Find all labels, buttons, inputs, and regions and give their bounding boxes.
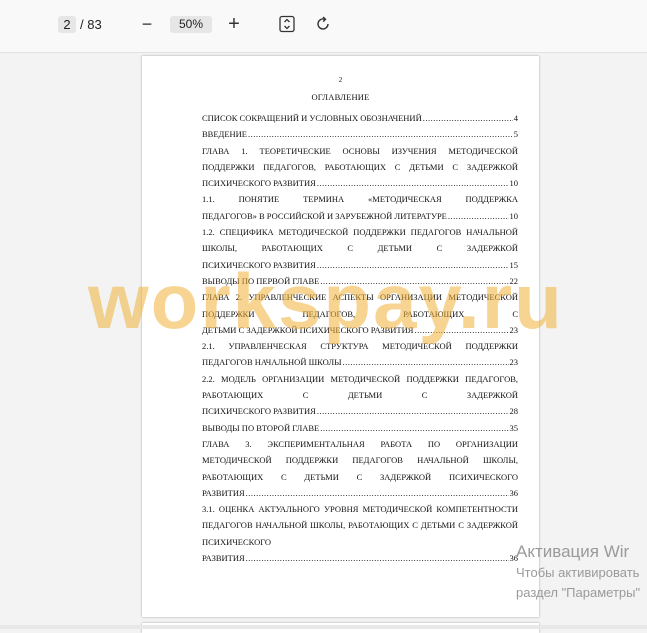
toc-entry-title: ВВЕДЕНИЕ	[202, 129, 247, 140]
toc-entry-last-line: ВВЕДЕНИЕ 5	[202, 126, 518, 142]
bottom-scroll-strip	[0, 625, 647, 629]
toc-leader-dots	[317, 175, 509, 191]
toc-page-number: 4	[513, 113, 518, 123]
activation-line-2: раздел "Параметры"	[516, 585, 641, 600]
toc-entry-last-line: РАЗВИТИЯ 36	[202, 485, 518, 501]
toc-entry-line: ГЛАВА 3. ЭКСПЕРИМЕНТАЛЬНАЯ РАБОТА ПО ОРГ…	[202, 438, 518, 482]
zoom-out-button[interactable]: −	[138, 15, 156, 35]
watermark: workspay.ru	[88, 257, 564, 345]
toc-page-number: 35	[509, 422, 519, 433]
rotate-icon[interactable]	[314, 15, 332, 33]
toc-entry-last-line: ПСИХИЧЕСКОГО РАЗВИТИЯ 10	[202, 175, 518, 191]
toc-entry-last-line: СПИСОК СОКРАЩЕНИЙ И УСЛОВНЫХ ОБОЗНАЧЕНИЙ…	[202, 110, 518, 126]
toc-leader-dots	[343, 354, 509, 370]
zoom-in-button[interactable]: +	[224, 14, 244, 34]
toc-page-number: 10	[509, 210, 519, 221]
toc-entry-title: ПСИХИЧЕСКОГО РАЗВИТИЯ	[202, 178, 316, 189]
activation-line-1: Чтобы активировать	[516, 565, 640, 580]
toc-entry-last-line: ВЫВОДЫ ПО ВТОРОЙ ГЛАВЕ 35	[202, 420, 518, 436]
toc-entry-line: 1.2. СПЕЦИФИКА МЕТОДИЧЕСКОЙ ПОДДЕРЖКИ ПЕ…	[202, 227, 518, 254]
toc-entry-title: ПЕДАГОГОВ» В РОССИЙСКОЙ И ЗАРУБЕЖНОЙ ЛИТ…	[202, 210, 447, 221]
toc-entry-line: 1.1. ПОНЯТИЕ ТЕРМИНА «МЕТОДИЧЕСКАЯ ПОДДЕ…	[202, 194, 518, 205]
toc-entry: 1.1. ПОНЯТИЕ ТЕРМИНА «МЕТОДИЧЕСКАЯ ПОДДЕ…	[202, 191, 518, 224]
toc-leader-dots	[246, 485, 509, 501]
toc-entry: ВЫВОДЫ ПО ВТОРОЙ ГЛАВЕ 35	[202, 420, 518, 436]
toc-entry-line: ГЛАВА 1. ТЕОРЕТИЧЕСКИЕ ОСНОВЫ ИЗУЧЕНИЯ М…	[202, 145, 518, 172]
toc-title: ОГЛАВЛЕНИЕ	[311, 92, 370, 102]
zoom-level-input[interactable]: 50%	[170, 16, 212, 33]
toc-entry-title: ВЫВОДЫ ПО ВТОРОЙ ГЛАВЕ	[202, 422, 320, 433]
fit-page-icon[interactable]	[278, 15, 296, 33]
toc-page-number: 28	[509, 406, 519, 417]
toc-leader-dots	[317, 403, 509, 419]
toc-entry-last-line: РАЗВИТИЯ36	[202, 550, 518, 566]
toc-entry-last-line: ПСИХИЧЕСКОГО РАЗВИТИЯ 28	[202, 403, 518, 419]
toc-entry: ВВЕДЕНИЕ 5	[202, 126, 518, 142]
toc-leader-dots	[246, 550, 509, 566]
toc-entry: ГЛАВА 1. ТЕОРЕТИЧЕСКИЕ ОСНОВЫ ИЗУЧЕНИЯ М…	[202, 143, 518, 192]
toc-leader-dots	[320, 420, 508, 436]
toc-page-number: 36	[509, 487, 519, 498]
toc-entry-line: 2.2. МОДЕЛЬ ОРГАНИЗАЦИИ МЕТОДИЧЕСКОЙ ПОД…	[202, 373, 518, 401]
page-number-input[interactable]: 2	[58, 16, 76, 33]
toc-entry-line: 3.1. ОЦЕНКА АКТУАЛЬНОГО УРОВНЯ МЕТОДИЧЕС…	[202, 504, 518, 547]
toc-entry-title: ПЕДАГОГОВ НАЧАЛЬНОЙ ШКОЛЫ	[202, 357, 342, 368]
activation-title: Активация Wir	[516, 542, 630, 561]
toc-entry-title: РАЗВИТИЯ	[202, 487, 245, 498]
toc-leader-dots	[248, 126, 513, 142]
toc-entry-last-line: ПЕДАГОГОВ» В РОССИЙСКОЙ И ЗАРУБЕЖНОЙ ЛИТ…	[202, 208, 518, 224]
toc-entry-title: СПИСОК СОКРАЩЕНИЙ И УСЛОВНЫХ ОБОЗНАЧЕНИЙ	[202, 113, 422, 123]
toc-leader-dots	[423, 110, 513, 126]
toc-entry: 2.2. МОДЕЛЬ ОРГАНИЗАЦИИ МЕТОДИЧЕСКОЙ ПОД…	[202, 371, 518, 420]
toc-entry: ГЛАВА 3. ЭКСПЕРИМЕНТАЛЬНАЯ РАБОТА ПО ОРГ…	[202, 436, 518, 501]
toc-entry-title: ПСИХИЧЕСКОГО РАЗВИТИЯ	[202, 406, 316, 417]
toc-page-number: 10	[509, 178, 519, 189]
windows-activation-notice: Активация Wir Чтобы активировать раздел …	[516, 541, 640, 603]
page-number: 2	[338, 76, 343, 84]
toc-entry-title: РАЗВИТИЯ	[202, 553, 245, 564]
toc-entry: 3.1. ОЦЕНКА АКТУАЛЬНОГО УРОВНЯ МЕТОДИЧЕС…	[202, 501, 518, 566]
page-total-label: / 83	[80, 17, 102, 32]
toc-entry: СПИСОК СОКРАЩЕНИЙ И УСЛОВНЫХ ОБОЗНАЧЕНИЙ…	[202, 110, 518, 126]
toc-page-number: 23	[509, 357, 519, 368]
toc-entry-last-line: ПЕДАГОГОВ НАЧАЛЬНОЙ ШКОЛЫ 23	[202, 354, 518, 370]
toc-page-number: 5	[513, 129, 518, 140]
pdf-toolbar: 2 / 83 − 50% +	[0, 0, 647, 53]
toc-leader-dots	[448, 208, 509, 224]
